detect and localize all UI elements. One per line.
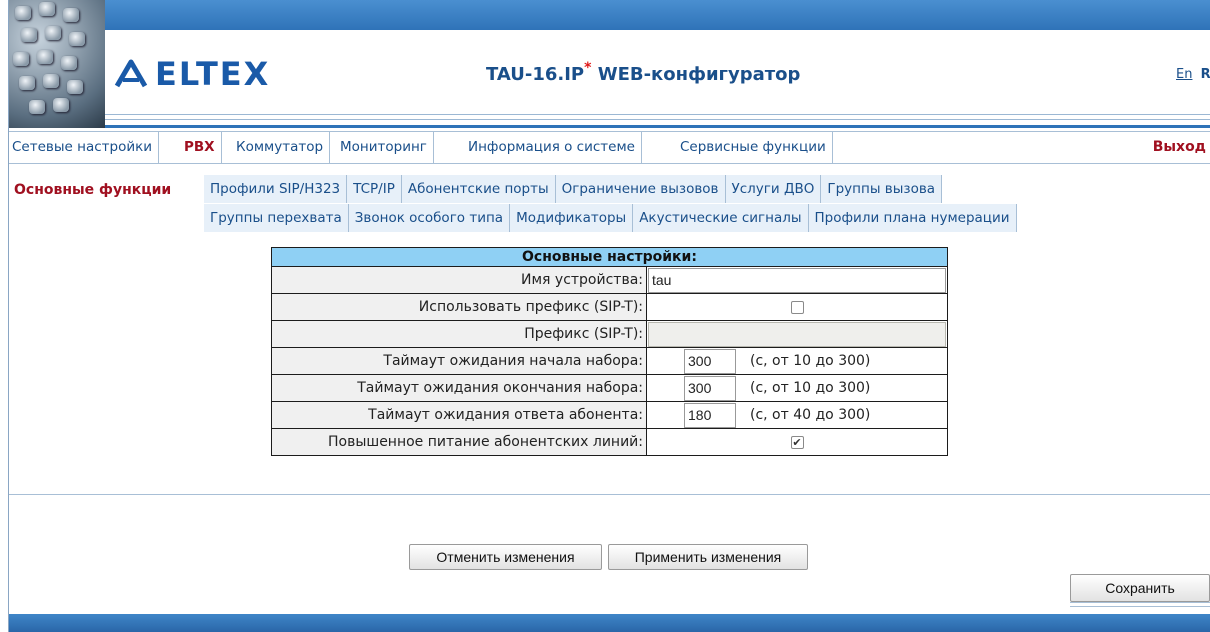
- answer-range: (с, от 40 до 300): [750, 407, 871, 423]
- subnav-call-groups[interactable]: Группы вызова: [821, 175, 943, 203]
- lang-ru-link[interactable]: Ru: [1201, 67, 1210, 82]
- subnav-pickup-groups[interactable]: Группы перехвата: [204, 204, 349, 232]
- table-row: Таймаут ожидания ответа абонента: 180 (с…: [271, 401, 948, 429]
- nav-service-functions[interactable]: Сервисные функции: [674, 132, 833, 163]
- answer-timeout-label: Таймаут ожидания ответа абонента:: [271, 401, 647, 429]
- header: ELTEX TAU-16.IP* WEB-конфигуратор En Ru: [9, 0, 1210, 128]
- prefix-label: Префикс (SIP-T):: [271, 320, 647, 348]
- table-row: Префикс (SIP-T):: [271, 320, 948, 348]
- table-row: Имя устройства: tau: [271, 266, 948, 294]
- subnav-call-restrictions[interactable]: Ограничение вызовов: [555, 175, 726, 203]
- table-row: Таймаут ожидания окончания набора: 300 (…: [271, 374, 948, 402]
- table-row: Повышенное питание абонентских линий: ✔: [271, 428, 948, 456]
- dial-end-range: (с, от 10 до 300): [750, 380, 871, 396]
- subnav-basic-functions[interactable]: Основные функции: [14, 176, 171, 204]
- eltex-logo-icon: [114, 59, 148, 88]
- device-name-input[interactable]: tau: [648, 268, 946, 293]
- settings-heading: Основные настройки:: [271, 247, 948, 267]
- dial-end-timeout-input[interactable]: 300: [684, 375, 736, 401]
- subnav-dialplan-profiles[interactable]: Профили плана нумерации: [808, 204, 1017, 232]
- dial-end-timeout-label: Таймаут ожидания окончания набора:: [271, 374, 647, 402]
- save-button[interactable]: Сохранить: [1070, 574, 1210, 602]
- footer-bar: [9, 614, 1210, 632]
- footer-divider: [1070, 600, 1210, 614]
- subnav-modifiers[interactable]: Модификаторы: [510, 204, 634, 232]
- cancel-changes-button[interactable]: Отменить изменения: [409, 544, 602, 570]
- subnav-tones[interactable]: Акустические сигналы: [633, 204, 809, 232]
- subnav-supplementary-services[interactable]: Услуги ДВО: [725, 175, 822, 203]
- line-power-label: Повышенное питание абонентских линий:: [271, 428, 647, 456]
- exit-link[interactable]: Выход: [1153, 132, 1210, 163]
- subnav-tcpip[interactable]: TCP/IP: [347, 175, 402, 203]
- subnav-row-2: Группы перехвата Звонок особого типа Модиф…: [204, 204, 1017, 234]
- dial-start-range: (с, от 10 до 300): [750, 353, 871, 369]
- subnav-distinctive-ring[interactable]: Звонок особого типа: [348, 204, 511, 232]
- header-top-bar: [9, 0, 1210, 30]
- content-divider: [9, 494, 1210, 495]
- header-divider: [9, 114, 1210, 128]
- keypad-photo: [9, 0, 105, 128]
- apply-changes-button[interactable]: Применить изменения: [608, 544, 808, 570]
- page-title: TAU-16.IP* WEB-конфигуратор: [486, 60, 801, 85]
- table-row: Таймаут ожидания начала набора: 300 (с, …: [271, 347, 948, 375]
- main-nav: Сетевые настройки PBX Коммутатор Монитор…: [9, 131, 1210, 164]
- nav-switch[interactable]: Коммутатор: [230, 132, 331, 163]
- basic-settings-table: Основные настройки: Имя устройства: tau …: [271, 247, 948, 456]
- subnav-subscriber-ports[interactable]: Абонентские порты: [401, 175, 556, 203]
- language-switch: En Ru: [1176, 67, 1210, 82]
- device-name-label: Имя устройства:: [271, 266, 647, 294]
- subnav-row-1: Профили SIP/H323 TCP/IP Абонентские порты О…: [204, 175, 943, 205]
- line-power-checkbox[interactable]: ✔: [790, 435, 804, 449]
- nav-network-settings[interactable]: Сетевые настройки: [6, 132, 160, 163]
- nav-pbx[interactable]: PBX: [178, 132, 222, 163]
- title-asterisk: *: [584, 60, 592, 76]
- nav-monitoring[interactable]: Мониторинг: [334, 132, 434, 163]
- use-prefix-label: Использовать префикс (SIP-T):: [271, 293, 647, 321]
- subnav-sip-profiles[interactable]: Профили SIP/H323: [204, 175, 348, 203]
- prefix-input: [648, 322, 946, 347]
- answer-timeout-input[interactable]: 180: [684, 402, 736, 428]
- dial-start-timeout-label: Таймаут ожидания начала набора:: [271, 347, 647, 375]
- table-row: Использовать префикс (SIP-T):: [271, 293, 948, 321]
- eltex-logo: ELTEX: [113, 55, 271, 93]
- nav-system-info[interactable]: Информация о системе: [462, 132, 642, 163]
- lang-en-link[interactable]: En: [1176, 67, 1192, 82]
- use-prefix-checkbox[interactable]: [790, 300, 804, 314]
- eltex-logo-text: ELTEX: [155, 55, 271, 93]
- dial-start-timeout-input[interactable]: 300: [684, 348, 736, 374]
